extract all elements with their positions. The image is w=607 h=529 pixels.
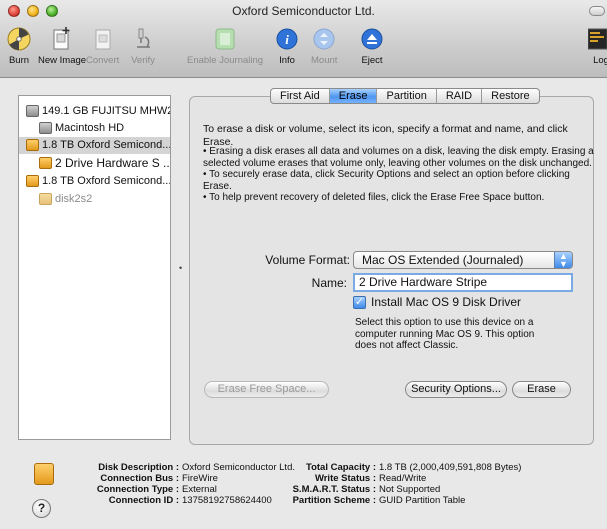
info-value: GUID Partition Table <box>379 495 466 506</box>
log-button[interactable]: Log <box>588 26 607 66</box>
mount-label: Mount <box>311 55 338 66</box>
journaling-icon <box>215 28 235 50</box>
security-options-button[interactable]: Security Options... <box>405 381 507 398</box>
disk-item-macintosh-hd[interactable]: Macintosh HD <box>19 120 170 137</box>
volume-format-value: Mac OS Extended (Journaled) <box>362 253 524 267</box>
install-os9-driver-checkbox[interactable]: ✓ <box>353 296 366 309</box>
enable-journaling-button[interactable]: Enable Journaling <box>187 26 263 66</box>
erase-button[interactable]: Erase <box>512 381 571 398</box>
new-image-button[interactable]: New Image <box>38 26 86 66</box>
tab-restore[interactable]: Restore <box>482 89 539 103</box>
mount-icon <box>313 28 335 50</box>
info-label: Info <box>279 55 295 66</box>
info-value: Oxford Semiconductor Ltd. <box>182 462 295 473</box>
info-icon: i <box>276 28 298 50</box>
window-toolbar-area: Oxford Semiconductor Ltd. Burn New Image… <box>0 0 607 78</box>
disk-item-label: 149.1 GB FUJITSU MHW2... <box>42 105 170 117</box>
help-button[interactable]: ? <box>32 499 51 518</box>
disk-info-right: Total Capacity :1.8 TB (2,000,409,591,80… <box>280 462 522 506</box>
select-arrows-icon: ▲ ▼ <box>554 252 572 269</box>
disk-item-label: disk2s2 <box>55 193 93 205</box>
info-key: Write Status : <box>314 473 376 484</box>
volume-format-select[interactable]: Mac OS Extended (Journaled) ▲ ▼ <box>353 251 573 269</box>
eject-button[interactable]: Eject <box>359 26 385 66</box>
window-title: Oxford Semiconductor Ltd. <box>232 4 375 18</box>
info-key: Total Capacity : <box>305 462 376 473</box>
burn-icon <box>7 27 31 51</box>
info-value: Read/Write <box>379 473 427 484</box>
disk-item-label: Macintosh HD <box>55 122 125 134</box>
microscope-icon <box>137 28 150 48</box>
split-view-handle[interactable]: • <box>179 263 182 273</box>
volume-name-value: 2 Drive Hardware Stripe <box>359 275 488 289</box>
svg-text:i: i <box>285 32 289 47</box>
info-key: Connection Type : <box>96 484 179 495</box>
install-os9-driver-label[interactable]: Install Mac OS 9 Disk Driver <box>371 295 521 309</box>
eject-label: Eject <box>361 55 383 66</box>
info-key: Connection Bus : <box>100 473 179 484</box>
new-image-icon <box>53 27 70 50</box>
disk-item-stripe-volume[interactable]: 2 Drive Hardware S ... <box>19 155 170 172</box>
convert-button[interactable]: Convert <box>86 26 119 66</box>
disk-info-left: Disk Description : Oxford Semiconductor L… <box>68 462 295 506</box>
verify-button[interactable]: Verify <box>130 26 156 66</box>
info-key: Partition Scheme : <box>292 495 376 506</box>
info-value: External <box>182 484 217 495</box>
info-value: Not Supported <box>379 484 441 495</box>
toolbar-toggle-button[interactable] <box>589 6 605 16</box>
erase-bullet: • To help prevent recovery of deleted fi… <box>203 192 545 203</box>
eject-icon <box>361 28 383 50</box>
info-key: Disk Description : <box>98 462 179 473</box>
name-label: Name: <box>311 276 347 290</box>
enable-journaling-label: Enable Journaling <box>187 55 264 66</box>
external-drive-icon <box>26 175 39 187</box>
new-image-label: New Image <box>38 55 87 66</box>
disk-item-label: 1.8 TB Oxford Semicond... <box>42 139 170 151</box>
disk-item-label: 1.8 TB Oxford Semicond... <box>42 175 170 187</box>
info-key: S.M.A.R.T. Status : <box>292 484 376 495</box>
convert-label: Convert <box>86 55 120 66</box>
volume-icon <box>39 157 52 169</box>
title-bar[interactable]: Oxford Semiconductor Ltd. <box>0 0 607 22</box>
volume-name-field[interactable]: 2 Drive Hardware Stripe <box>353 273 573 292</box>
log-label: Log <box>593 55 607 66</box>
disk-item-oxford-1[interactable]: 1.8 TB Oxford Semicond... <box>19 137 170 154</box>
erase-bullet: • To securely erase data, click Security… <box>203 169 570 192</box>
erase-bullet: • Erasing a disk erases all data and vol… <box>203 146 594 169</box>
info-value: FireWire <box>182 473 218 484</box>
volume-icon <box>39 193 52 205</box>
os9-driver-help-text: Select this option to use this device on… <box>355 317 535 351</box>
erase-bullets: • Erasing a disk erases all data and vol… <box>203 146 595 204</box>
tab-bar: First Aid Erase Partition RAID Restore <box>270 88 540 104</box>
burn-label: Burn <box>8 55 30 66</box>
info-key: Connection ID : <box>108 495 179 506</box>
disk-item-oxford-2[interactable]: 1.8 TB Oxford Semicond... <box>19 173 170 190</box>
disk-list[interactable]: 149.1 GB FUJITSU MHW2... Macintosh HD 1.… <box>18 95 171 440</box>
disk-item-fujitsu[interactable]: 149.1 GB FUJITSU MHW2... <box>19 103 170 120</box>
info-value: 13758192758624400 <box>182 495 272 506</box>
log-icon <box>588 28 607 50</box>
volume-format-label: Volume Format: <box>265 253 350 267</box>
tab-partition[interactable]: Partition <box>377 89 437 103</box>
external-drive-icon <box>26 139 39 151</box>
external-drive-icon <box>34 463 54 485</box>
tab-erase[interactable]: Erase <box>329 89 378 103</box>
internal-drive-icon <box>26 105 39 117</box>
mount-button[interactable]: Mount <box>311 26 337 66</box>
convert-icon <box>95 29 111 50</box>
erase-free-space-button[interactable]: Erase Free Space... <box>204 381 329 398</box>
tab-raid[interactable]: RAID <box>437 89 483 103</box>
disk-item-disk2s2[interactable]: disk2s2 <box>19 191 170 208</box>
disk-item-label: 2 Drive Hardware S ... <box>55 156 170 170</box>
verify-label: Verify <box>131 55 155 66</box>
tab-first-aid[interactable]: First Aid <box>271 89 330 103</box>
burn-button[interactable]: Burn <box>6 26 32 66</box>
info-button[interactable]: i Info <box>274 26 300 66</box>
info-value: 1.8 TB (2,000,409,591,808 Bytes) <box>379 462 522 473</box>
volume-icon <box>39 122 52 134</box>
